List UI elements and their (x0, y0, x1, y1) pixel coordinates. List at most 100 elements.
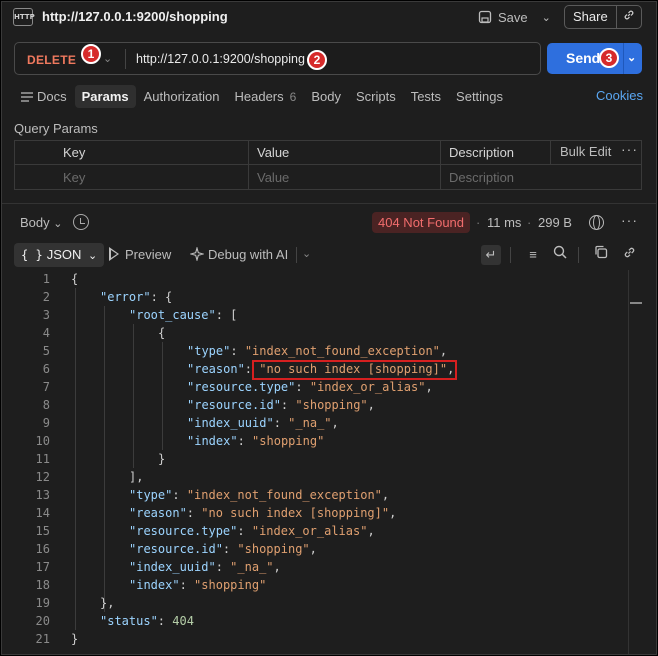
code-text: "index": "shopping" (187, 434, 325, 448)
tab-settings[interactable]: Settings (449, 85, 510, 108)
divider (623, 43, 624, 74)
more-options-icon[interactable]: ··· (621, 212, 638, 228)
indent-guide (75, 288, 76, 630)
tab-body[interactable]: Body (304, 85, 348, 108)
tab-label: Params (81, 88, 129, 104)
braces-icon: { } (21, 248, 43, 262)
annotation-badge-2: 2 (307, 50, 327, 70)
code-text: "type": "index_not_found_exception", (129, 488, 390, 502)
indent-guide (104, 306, 105, 612)
divider (440, 141, 441, 189)
debug-with-ai-button[interactable]: Debug with AI (188, 245, 289, 263)
code-text: "resource.type": "index_or_alias", (129, 524, 375, 538)
cookies-link[interactable]: Cookies (596, 88, 643, 103)
bulk-edit-button[interactable]: Bulk Edit (560, 144, 611, 159)
code-text: "index_uuid": "_na_", (187, 416, 339, 430)
line-number: 16 (35, 542, 50, 556)
globe-icon[interactable] (589, 215, 604, 230)
url-input[interactable]: http://127.0.0.1:9200/shopping (136, 52, 305, 66)
save-button[interactable]: Save ⌄ (478, 6, 551, 28)
line-number: 12 (35, 470, 50, 484)
send-button[interactable]: Send ⌄ (547, 43, 642, 74)
title-bar: HTTP http://127.0.0.1:9200/shopping Save… (2, 2, 656, 32)
code-text: "resource.type": "index_or_alias", (187, 380, 433, 394)
line-number: 6 (42, 362, 50, 376)
format-label: JSON (46, 247, 82, 262)
line-number: 11 (35, 452, 50, 466)
divider (550, 141, 551, 165)
link-icon[interactable] (617, 6, 641, 28)
divider (125, 49, 126, 69)
line-number: 18 (35, 578, 50, 592)
tab-label: Body (311, 88, 341, 104)
divider (510, 247, 511, 263)
tab-label: Scripts (355, 88, 396, 104)
code-text: "status": 404 (100, 614, 194, 628)
save-label: Save (498, 9, 528, 25)
more-options-icon[interactable]: ··· (621, 141, 638, 157)
line-number: 15 (35, 524, 50, 538)
preview-button[interactable]: Preview (109, 247, 171, 262)
chevron-down-icon: ⌄ (53, 218, 63, 230)
method-select[interactable]: DELETE (27, 53, 76, 67)
column-header-value: Value (257, 145, 290, 160)
code-text: "index_uuid": "_na_", (129, 560, 281, 574)
response-body-dropdown[interactable]: Body ⌄ (20, 215, 62, 230)
http-request-icon: HTTP (13, 8, 35, 26)
chevron-down-icon[interactable]: ⌄ (627, 51, 636, 64)
code-text: "resource.id": "shopping", (129, 542, 317, 556)
line-number: 14 (35, 506, 50, 520)
tab-params[interactable]: Params (74, 84, 136, 108)
value-input[interactable]: Value (257, 166, 289, 190)
filter-icon[interactable]: ≡ (523, 245, 543, 265)
line-number: 17 (35, 560, 50, 574)
section-divider (2, 203, 656, 204)
tab-label: Settings (456, 88, 504, 104)
history-icon[interactable] (73, 214, 89, 230)
column-header-description: Description (449, 145, 515, 160)
divider (296, 247, 297, 263)
description-input[interactable]: Description (449, 166, 514, 190)
tab-label: Headers (234, 88, 284, 104)
chevron-down-icon[interactable]: ⌄ (302, 247, 311, 260)
scroll-thumb[interactable] (630, 302, 642, 304)
divider (248, 141, 249, 189)
tab-scripts[interactable]: Scripts (349, 85, 403, 108)
line-number: 19 (35, 596, 50, 610)
annotation-badge-3: 3 (599, 48, 619, 68)
response-view-bar: { } JSON ⌄ Preview Debug with AI ⌄ ↵ ≡ (14, 243, 644, 267)
search-icon[interactable] (550, 245, 570, 265)
share-button[interactable]: Share (565, 6, 617, 28)
code-text: "resource.id": "shopping", (187, 398, 375, 412)
tab-label: Tests (410, 88, 442, 104)
chevron-down-icon[interactable]: ⌄ (542, 11, 551, 24)
response-body-editor[interactable]: 1 {2 "error": {3 "root_cause": [4 {5 "type": … (2, 270, 642, 654)
body-label: Body (20, 215, 50, 230)
code-text: "root_cause": [ (129, 308, 238, 322)
line-number: 10 (35, 434, 50, 448)
code-text: { (71, 272, 79, 286)
wrap-lines-icon[interactable]: ↵ (481, 245, 501, 265)
link-icon[interactable] (619, 245, 639, 265)
response-time: 11 ms (487, 215, 522, 230)
code-text: "type": "index_not_found_exception", (187, 344, 448, 358)
copy-icon[interactable] (591, 245, 611, 265)
scrollbar[interactable] (628, 270, 642, 654)
debug-label: Debug with AI (208, 247, 289, 262)
line-number: 21 (35, 632, 50, 646)
tab-tests[interactable]: Tests (404, 85, 448, 108)
tab-label: Docs (37, 88, 67, 104)
code-text: } (158, 452, 166, 466)
key-input[interactable]: Key (63, 166, 85, 190)
tab-docs[interactable]: Docs (14, 85, 74, 108)
tab-authorization[interactable]: Authorization (137, 85, 227, 108)
send-label: Send (566, 50, 601, 66)
sparkle-icon (188, 245, 206, 263)
format-select[interactable]: { } JSON ⌄ (14, 243, 105, 267)
tab-label: Authorization (143, 88, 220, 104)
tab-headers[interactable]: Headers 6 (228, 85, 304, 108)
chevron-down-icon[interactable]: ⌄ (103, 52, 112, 65)
code-text: }, (100, 596, 115, 610)
line-number: 2 (42, 290, 50, 304)
column-header-key: Key (63, 145, 86, 160)
